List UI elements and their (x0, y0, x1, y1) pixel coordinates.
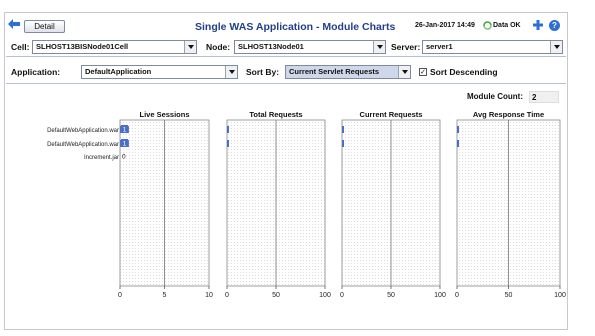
tick-label: 50 (272, 292, 280, 299)
bar (457, 140, 459, 147)
bar (342, 126, 344, 133)
bar (227, 140, 229, 147)
tick-label: 0 (455, 292, 459, 299)
bar (457, 126, 459, 133)
tick-label: 10 (205, 292, 213, 299)
data-label: 1 (123, 127, 127, 134)
chart-title: Live Sessions (139, 110, 189, 119)
bar (227, 126, 229, 133)
tick-label: 0 (340, 292, 344, 299)
tick-label: 100 (554, 292, 566, 299)
category-label: DefaultWebApplication.war (47, 128, 119, 134)
tick-label: 100 (434, 292, 446, 299)
tick-label: 0 (225, 292, 229, 299)
tick-label: 5 (163, 292, 167, 299)
chart-title: Total Requests (249, 110, 302, 119)
chart-title: Avg Response Time (473, 110, 544, 119)
bar (342, 140, 344, 147)
tick-label: 50 (505, 292, 513, 299)
category-label: Increment.jar (84, 155, 119, 161)
module-charts-panel: Detail Single WAS Application - Module C… (4, 12, 568, 330)
category-label: DefaultWebApplication.war (47, 142, 119, 148)
tick-label: 50 (387, 292, 395, 299)
data-label: 0 (122, 154, 126, 161)
chart-title: Current Requests (360, 110, 423, 119)
data-label: 1 (123, 141, 127, 148)
tick-label: 100 (319, 292, 331, 299)
tick-label: 0 (118, 292, 122, 299)
module-charts: DefaultWebApplication.war DefaultWebAppli… (47, 110, 566, 299)
